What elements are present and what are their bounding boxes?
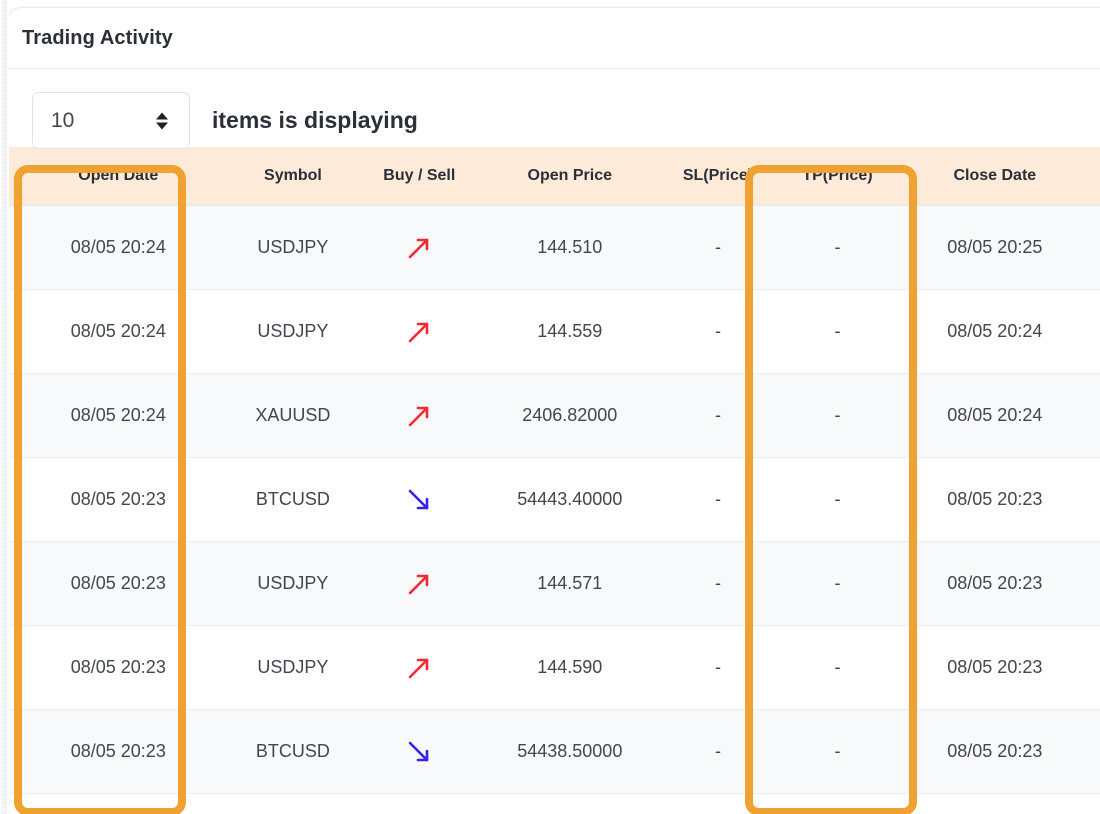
- table-body: 08/05 20:24USDJPY144.510--08/05 20:25144…: [8, 205, 1100, 794]
- table-header-row: Open Date Symbol Buy / Sell Open Price SL(Pr…: [8, 147, 1100, 206]
- arrow-up-right-icon: [406, 656, 432, 678]
- cell-symbol: USDJPY: [228, 289, 358, 374]
- table-row[interactable]: 08/05 20:23 BTCUSD 54438.50000- -08/05 20:2…: [8, 709, 1100, 794]
- arrow-up-right-icon: [406, 572, 432, 594]
- arrow-up-right-icon: [406, 404, 432, 426]
- cell-sl_price: -: [658, 373, 778, 458]
- table-row[interactable]: 08/05 20:23 BTCUSD 54443.40000- -08/05 20:2…: [8, 457, 1100, 542]
- cell-sl_price: -: [658, 205, 778, 290]
- cell-tp_price: -: [777, 289, 898, 374]
- cell-open_date: 08/05 20:24: [8, 289, 229, 374]
- cell-open_date: 08/05 20:24: [8, 373, 229, 458]
- cell-close_date: 08/05 20:23: [897, 709, 1093, 794]
- arrow-up-right-icon: [406, 236, 432, 258]
- cell-buy_sell: [357, 205, 482, 290]
- column-header-close_date[interactable]: Close Date: [897, 147, 1093, 206]
- table-row[interactable]: 08/05 20:24USDJPY144.510--08/05 20:25144…: [8, 205, 1100, 290]
- cell-open_date: 08/05 20:23: [8, 457, 229, 542]
- arrow-down-right-icon: [406, 488, 432, 509]
- cell-open_date: 08/05 20:23: [8, 709, 229, 794]
- cell-tp_price: -: [777, 457, 898, 542]
- table-row[interactable]: 08/05 20:23USDJPY144.571--08/05 20:23144…: [8, 541, 1100, 626]
- cell-close_price: 144.405: [1092, 289, 1100, 374]
- cell-sl_price: -: [658, 625, 778, 710]
- cell-symbol: BTCUSD: [228, 709, 358, 794]
- cell-tp_price: -: [777, 541, 898, 626]
- cell-symbol: BTCUSD: [228, 457, 358, 542]
- arrow-down-right-icon: [406, 740, 432, 761]
- cell-close_date: 08/05 20:23: [897, 541, 1093, 626]
- cell-open_price: 144.510: [481, 205, 659, 290]
- cell-close_price: 2404.00000: [1092, 373, 1100, 458]
- page-left-gutter: [0, 0, 9, 814]
- table-scroll-container[interactable]: Open Date Symbol Buy / Sell Open Price SL(Pr…: [8, 147, 1100, 794]
- cell-close_price: 144.441: [1092, 541, 1100, 626]
- cell-open_date: 08/05 20:23: [8, 541, 229, 626]
- column-header-tp_price[interactable]: TP(Price): [777, 147, 898, 206]
- cell-buy_sell: [357, 289, 482, 374]
- table-head: Open Date Symbol Buy / Sell Open Price SL(Pr…: [8, 147, 1100, 206]
- cell-close_date: 08/05 20:24: [897, 289, 1093, 374]
- cell-open_price: 144.571: [481, 541, 659, 626]
- trading-activity-card: Trading Activity 102550100 items is disp…: [8, 8, 1100, 814]
- cell-open_price: 2406.82000: [481, 373, 659, 458]
- cell-tp_price: -: [777, 373, 898, 458]
- cell-close_price: 54651.90000: [1092, 457, 1100, 542]
- cell-symbol: XAUUSD: [228, 373, 358, 458]
- cell-sl_price: -: [658, 457, 778, 542]
- column-header-buy_sell[interactable]: Buy / Sell: [357, 147, 482, 206]
- page-size-select-wrapper[interactable]: 102550100: [32, 92, 190, 149]
- column-header-open_price[interactable]: Open Price: [481, 147, 659, 206]
- cell-tp_price: -: [777, 709, 898, 794]
- cell-buy_sell: [357, 625, 482, 710]
- column-header-open_date[interactable]: Open Date: [8, 147, 229, 206]
- cell-sl_price: -: [658, 541, 778, 626]
- cell-symbol: USDJPY: [228, 205, 358, 290]
- cell-symbol: USDJPY: [228, 625, 358, 710]
- items-displaying-label: items is displaying: [212, 107, 418, 133]
- trading-activity-table: Open Date Symbol Buy / Sell Open Price SL(Pr…: [8, 147, 1100, 794]
- cell-tp_price: -: [777, 205, 898, 290]
- cell-close_price: 144.457: [1092, 625, 1100, 710]
- cell-open_price: 54443.40000: [481, 457, 659, 542]
- cell-symbol: USDJPY: [228, 541, 358, 626]
- cell-open_price: 54438.50000: [481, 709, 659, 794]
- card-body: 102550100 items is displaying: [8, 69, 1100, 794]
- cell-open_price: 144.590: [481, 625, 659, 710]
- cell-sl_price: -: [658, 289, 778, 374]
- cell-open_price: 144.559: [481, 289, 659, 374]
- cell-close_date: 08/05 20:23: [897, 457, 1093, 542]
- cell-close_date: 08/05 20:25: [897, 205, 1093, 290]
- cell-buy_sell: [357, 373, 482, 458]
- card-header: Trading Activity: [8, 8, 1100, 69]
- table-row[interactable]: 08/05 20:24USDJPY144.559--08/05 20:24144…: [8, 289, 1100, 374]
- arrow-up-right-icon: [406, 320, 432, 342]
- page-size-select[interactable]: 102550100: [32, 92, 190, 149]
- cell-open_date: 08/05 20:24: [8, 205, 229, 290]
- cell-tp_price: -: [777, 625, 898, 710]
- cell-close_price: 144.433: [1092, 205, 1100, 290]
- column-header-symbol[interactable]: Symbol: [228, 147, 358, 206]
- table-controls: 102550100 items is displaying: [8, 69, 1100, 149]
- cell-buy_sell: [357, 709, 482, 794]
- cell-close_date: 08/05 20:23: [897, 625, 1093, 710]
- column-header-sl_price[interactable]: SL(Price): [658, 147, 778, 206]
- cell-buy_sell: [357, 541, 482, 626]
- screenshot-root: Trading Activity 102550100 items is disp…: [0, 0, 1100, 814]
- page-title: Trading Activity: [22, 27, 173, 49]
- table-row[interactable]: 08/05 20:24 XAUUSD 2406.82000- -08/05 20:24…: [8, 373, 1100, 458]
- cell-sl_price: -: [658, 709, 778, 794]
- cell-close_date: 08/05 20:24: [897, 373, 1093, 458]
- cell-open_date: 08/05 20:23: [8, 625, 229, 710]
- column-header-close_price[interactable]: Close Price: [1092, 147, 1100, 206]
- cell-buy_sell: [357, 457, 482, 542]
- cell-close_price: 54677.50000: [1092, 709, 1100, 794]
- table-row[interactable]: 08/05 20:23USDJPY144.590--08/05 20:23144…: [8, 625, 1100, 710]
